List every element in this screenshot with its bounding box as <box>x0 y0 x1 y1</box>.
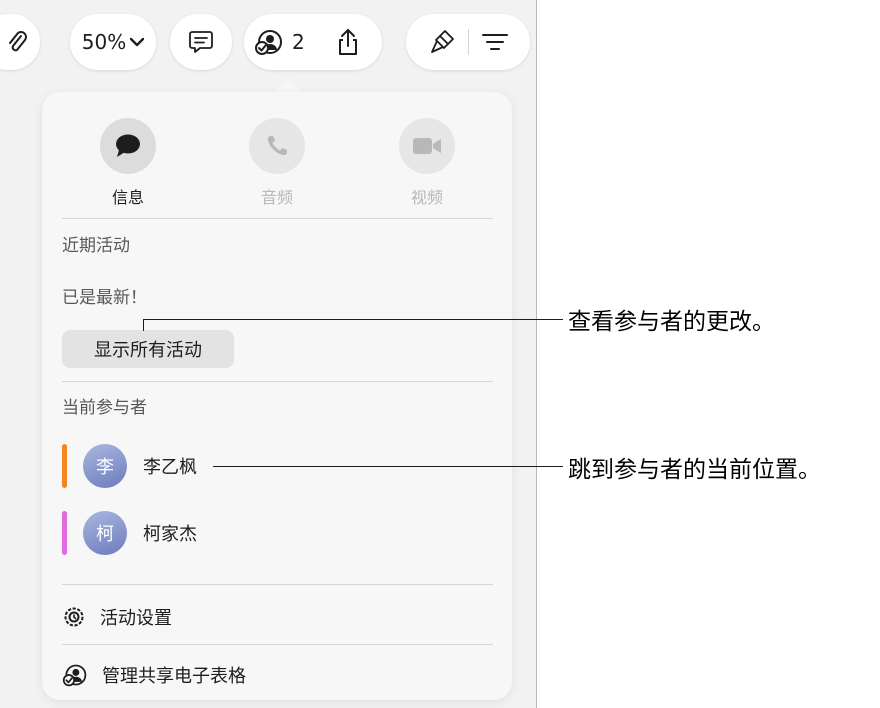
activity-status: 已是最新！ <box>62 288 147 308</box>
recent-activity-title: 近期活动 <box>62 236 130 256</box>
divider <box>62 218 493 219</box>
show-all-activity-button[interactable]: 显示所有活动 <box>62 330 234 368</box>
activity-settings-item[interactable]: 活动设置 <box>62 600 172 634</box>
zoom-button[interactable]: 50% <box>70 14 156 70</box>
app-screen: 50% 2 信息 音频 视频 近期活动 已是最新！ 显示所有活动 当前参与者 李… <box>0 0 537 708</box>
audio-option-label: 音频 <box>260 188 293 207</box>
manage-sharing-item[interactable]: 管理共享电子表格 <box>62 658 246 692</box>
message-option-label: 信息 <box>111 188 144 207</box>
callout-view-changes: 查看参与者的更改。 <box>568 309 775 335</box>
video-option-label: 视频 <box>410 188 443 207</box>
participant-color-bar <box>62 444 67 488</box>
zoom-value: 50% <box>81 30 127 54</box>
callout-leader-line <box>213 466 563 467</box>
filter-lines-icon <box>481 34 508 50</box>
collaboration-icon <box>255 30 282 55</box>
collaboration-popover: 信息 音频 视频 近期活动 已是最新！ 显示所有活动 当前参与者 李 李乙枫 柯… <box>42 92 512 700</box>
format-pill <box>406 14 530 70</box>
divider <box>62 584 493 585</box>
avatar: 柯 <box>83 511 127 555</box>
organize-button[interactable] <box>481 31 509 53</box>
message-bubble-icon <box>116 134 140 157</box>
phone-icon <box>267 136 287 156</box>
share-icon <box>338 29 357 55</box>
comment-icon <box>189 31 213 53</box>
avatar: 李 <box>83 444 127 488</box>
callout-leader-line <box>143 319 563 320</box>
callout-jump-to-location: 跳到参与者的当前位置。 <box>568 457 821 483</box>
message-option[interactable]: 信息 <box>88 118 168 208</box>
audio-option[interactable]: 音频 <box>237 118 317 208</box>
video-option-circle <box>399 118 455 174</box>
collaboration-icon <box>62 664 87 687</box>
activity-settings-icon <box>64 607 84 627</box>
audio-option-circle <box>249 118 305 174</box>
toolbar-divider <box>467 29 469 55</box>
paintbrush-icon <box>430 30 454 53</box>
video-option[interactable]: 视频 <box>387 118 467 208</box>
comment-button[interactable] <box>170 14 232 70</box>
format-brush-button[interactable] <box>428 28 456 56</box>
chevron-down-icon <box>130 37 145 47</box>
manage-sharing-label: 管理共享电子表格 <box>102 666 246 687</box>
current-participants-title: 当前参与者 <box>62 398 147 418</box>
collaborator-count: 2 <box>292 30 305 54</box>
collaboration-pill: 2 <box>244 14 382 70</box>
activity-settings-label: 活动设置 <box>100 608 172 629</box>
participant-name: 李乙枫 <box>143 457 197 478</box>
video-camera-icon <box>413 138 441 154</box>
callout-leader-line <box>143 319 144 331</box>
participant-name: 柯家杰 <box>143 524 197 545</box>
paperclip-icon <box>9 31 27 52</box>
attachment-button[interactable] <box>0 14 40 70</box>
participant-color-bar <box>62 511 67 555</box>
participant-row[interactable]: 柯 柯家杰 <box>62 508 362 558</box>
collaboration-button[interactable]: 2 <box>254 27 305 57</box>
divider <box>62 381 493 382</box>
divider <box>62 644 493 645</box>
popover-arrow <box>274 79 302 93</box>
message-option-circle <box>100 118 156 174</box>
share-button[interactable] <box>335 27 361 57</box>
